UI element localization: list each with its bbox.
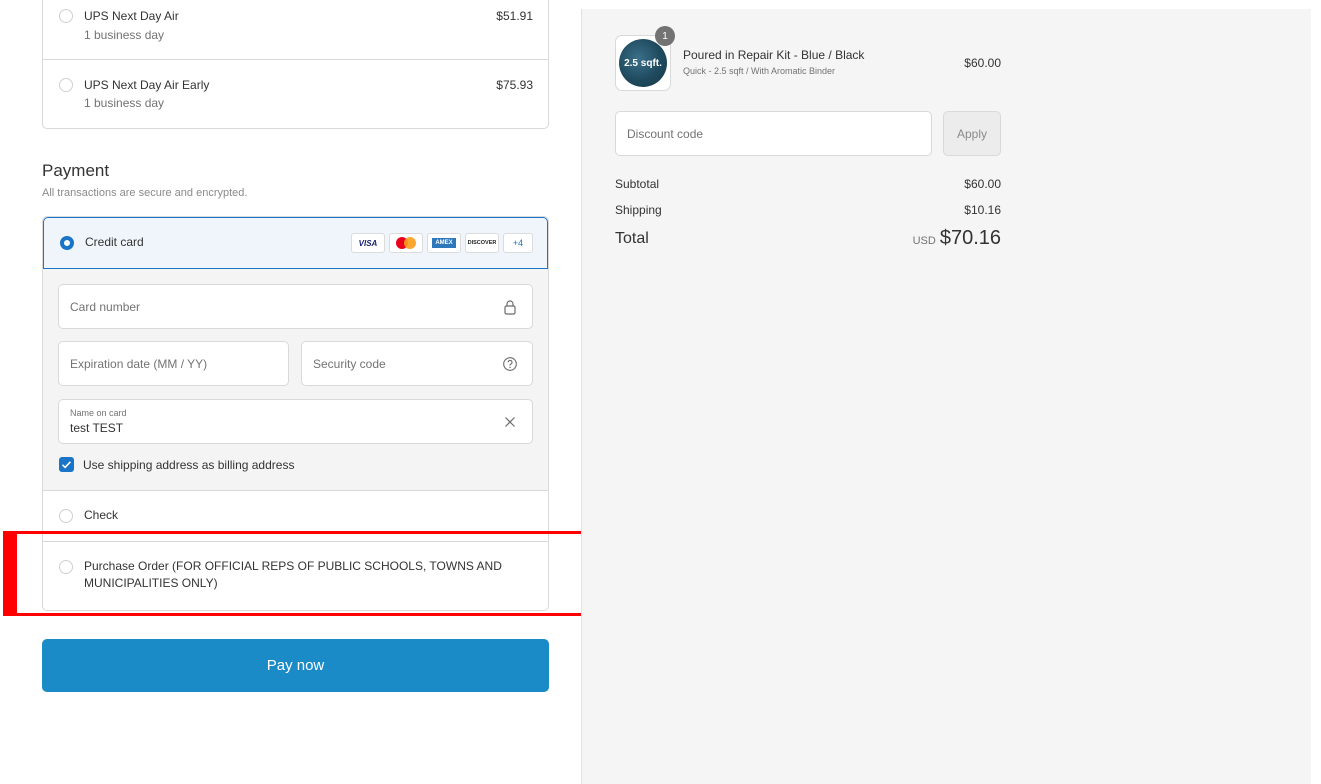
check-label: Check — [84, 508, 119, 522]
payment-option-credit-card[interactable]: Credit card VISA AMEX DISCOVER +4 — [43, 217, 548, 269]
expiration-placeholder: Expiration date (MM / YY) — [70, 357, 208, 371]
credit-card-label: Credit card — [85, 235, 144, 249]
checkmark-icon — [61, 461, 71, 469]
help-icon[interactable] — [502, 356, 518, 372]
payment-subtitle: All transactions are secure and encrypte… — [42, 187, 248, 199]
product-price: $60.00 — [964, 56, 1001, 70]
shipping-option-name: UPS Next Day Air Early — [84, 78, 210, 92]
product-image: 2.5 sqft. — [619, 39, 667, 87]
radio-button[interactable] — [59, 509, 73, 523]
shipping-option[interactable]: UPS Next Day Air 1 business day $51.91 — [43, 0, 548, 60]
discover-icon: DISCOVER — [465, 233, 499, 253]
mastercard-icon — [389, 233, 423, 253]
card-brand-icons: VISA AMEX DISCOVER +4 — [351, 233, 533, 253]
radio-button-selected[interactable] — [60, 236, 74, 250]
discount-code-input[interactable] — [615, 111, 932, 156]
card-number-field[interactable]: Card number — [58, 284, 533, 329]
total-value: $70.16 — [939, 227, 1001, 249]
radio-button[interactable] — [59, 560, 73, 574]
total-currency: USD — [912, 235, 936, 247]
shipping-option-name: UPS Next Day Air — [84, 9, 179, 23]
shipping-option-detail: 1 business day — [84, 96, 165, 110]
card-number-placeholder: Card number — [70, 300, 141, 314]
security-code-placeholder: Security code — [313, 357, 386, 371]
name-on-card-value: test TEST — [70, 421, 124, 435]
shipping-option-price: $75.93 — [496, 78, 533, 92]
radio-button[interactable] — [59, 78, 73, 92]
security-code-field[interactable]: Security code — [301, 341, 533, 386]
total-price: USD $70.16 — [850, 227, 1001, 250]
product-name: Poured in Repair Kit - Blue / Black — [683, 48, 865, 62]
purchase-order-label: Purchase Order (FOR OFFICIAL REPS OF PUB… — [84, 559, 502, 590]
shipping-value: $10.16 — [964, 203, 1001, 217]
subtotal-label: Subtotal — [615, 177, 660, 191]
subtotal-value: $60.00 — [964, 177, 1001, 191]
shipping-option[interactable]: UPS Next Day Air Early 1 business day $7… — [43, 60, 548, 120]
more-cards-badge: +4 — [503, 233, 533, 253]
amex-icon: AMEX — [427, 233, 461, 253]
payment-methods: Credit card VISA AMEX DISCOVER +4 Card n… — [42, 216, 549, 611]
lock-icon — [504, 300, 516, 315]
product-variant: Quick - 2.5 sqft / With Aromatic Binder — [683, 66, 836, 76]
pay-now-button[interactable]: Pay now — [42, 639, 549, 692]
radio-button[interactable] — [59, 9, 73, 23]
apply-discount-button[interactable]: Apply — [943, 111, 1001, 156]
billing-address-checkbox[interactable] — [59, 457, 74, 472]
billing-address-label: Use shipping address as billing address — [83, 458, 295, 472]
quantity-badge: 1 — [655, 26, 675, 46]
expiration-date-field[interactable]: Expiration date (MM / YY) — [58, 341, 289, 386]
payment-option-purchase-order[interactable]: Purchase Order (FOR OFFICIAL REPS OF PUB… — [43, 541, 548, 610]
shipping-option-detail: 1 business day — [84, 28, 165, 42]
clear-icon[interactable] — [502, 414, 518, 430]
name-on-card-field[interactable]: Name on card test TEST — [58, 399, 533, 444]
payment-heading: Payment — [42, 161, 110, 180]
credit-card-form: Card number Expiration date (MM / YY) Se… — [43, 269, 548, 491]
total-label: Total — [615, 230, 649, 247]
shipping-option-price: $51.91 — [496, 9, 533, 23]
shipping-methods: UPS Next Day Air 1 business day $51.91 U… — [42, 0, 549, 129]
visa-icon: VISA — [351, 233, 385, 253]
shipping-label: Shipping — [615, 203, 662, 217]
payment-option-check[interactable]: Check — [43, 491, 548, 542]
name-on-card-label: Name on card — [70, 408, 127, 418]
checkout-page: UPS Next Day Air 1 business day $51.91 U… — [0, 0, 1321, 784]
